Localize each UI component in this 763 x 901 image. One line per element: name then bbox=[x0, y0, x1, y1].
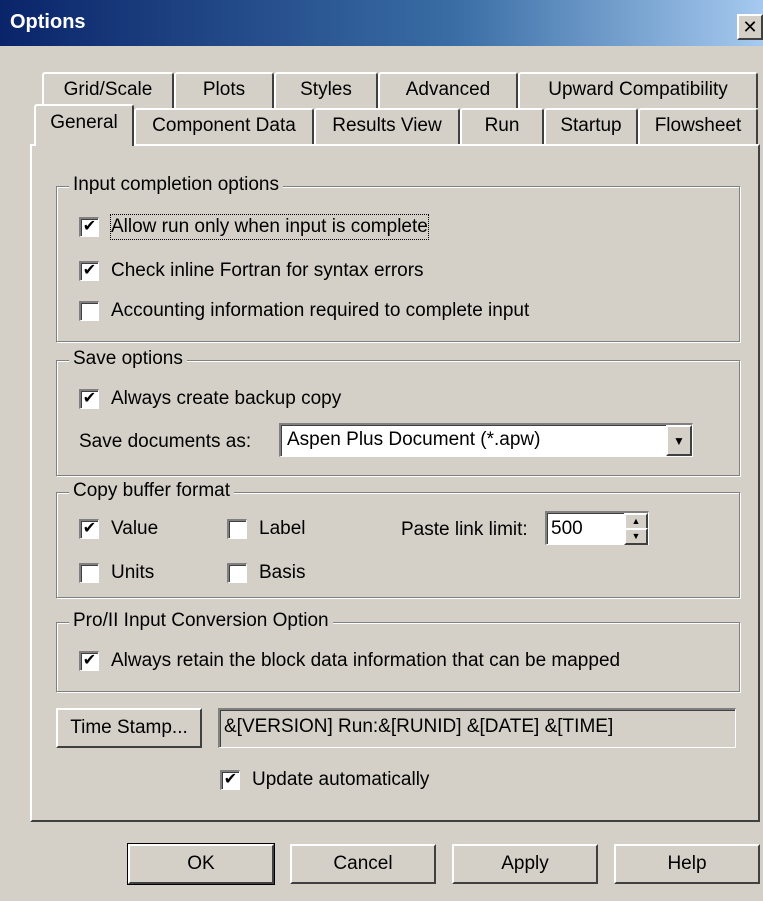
general-tab-panel: Input completion options ✔ Allow run onl… bbox=[30, 144, 760, 822]
checkbox-box: ✔ bbox=[220, 770, 240, 790]
save-as-label: Save documents as: bbox=[79, 431, 252, 452]
chevron-down-icon[interactable]: ▼ bbox=[666, 425, 692, 456]
checkbox-box bbox=[79, 301, 99, 321]
tab-run[interactable]: Run bbox=[460, 108, 544, 144]
time-stamp-field[interactable]: &[VERSION] Run:&[RUNID] &[DATE] &[TIME] bbox=[218, 708, 736, 748]
tab-results-view[interactable]: Results View bbox=[314, 108, 460, 144]
spin-down-icon[interactable]: ▼ bbox=[624, 528, 648, 545]
tab-general[interactable]: General bbox=[34, 104, 134, 146]
checkbox-box: ✔ bbox=[79, 261, 99, 281]
accounting-info-label: Accounting information required to compl… bbox=[111, 300, 530, 321]
checkbox-box bbox=[227, 519, 247, 539]
time-stamp-button-label: Time Stamp... bbox=[70, 717, 188, 738]
allow-run-label: Allow run only when input is complete bbox=[110, 214, 429, 240]
tab-plots[interactable]: Plots bbox=[174, 72, 274, 108]
pro2-conversion-group: Pro/II Input Conversion Option ✔ Always … bbox=[56, 610, 740, 692]
check-fortran-label: Check inline Fortran for syntax errors bbox=[111, 260, 424, 281]
basis-label: Basis bbox=[259, 562, 306, 583]
paste-link-label: Paste link limit: bbox=[401, 519, 528, 540]
tab-grid-scale[interactable]: Grid/Scale bbox=[42, 72, 174, 108]
save-as-value: Aspen Plus Document (*.apw) bbox=[287, 429, 541, 450]
tab-flowsheet[interactable]: Flowsheet bbox=[638, 108, 758, 144]
time-stamp-button[interactable]: Time Stamp... bbox=[56, 708, 202, 748]
title-bar: Options ✕ bbox=[0, 0, 763, 46]
pro2-conversion-legend: Pro/II Input Conversion Option bbox=[69, 610, 333, 632]
retain-block-data-label: Always retain the block data information… bbox=[111, 650, 621, 671]
tab-advanced[interactable]: Advanced bbox=[378, 72, 518, 108]
checkbox-box bbox=[227, 563, 247, 583]
window-title: Options bbox=[10, 11, 86, 33]
paste-link-spinner[interactable]: 500 ▲ ▼ bbox=[545, 511, 649, 545]
time-stamp-value: &[VERSION] Run:&[RUNID] &[DATE] &[TIME] bbox=[224, 716, 614, 737]
tab-upward-compatibility[interactable]: Upward Compatibility bbox=[518, 72, 758, 108]
save-as-select[interactable]: Aspen Plus Document (*.apw) ▼ bbox=[279, 423, 693, 457]
backup-copy-label: Always create backup copy bbox=[111, 388, 342, 409]
tab-component-data[interactable]: Component Data bbox=[134, 108, 314, 144]
input-completion-legend: Input completion options bbox=[69, 174, 283, 196]
apply-button[interactable]: Apply bbox=[452, 844, 598, 884]
cancel-button[interactable]: Cancel bbox=[290, 844, 436, 884]
checkbox-box: ✔ bbox=[79, 217, 99, 237]
help-label: Help bbox=[667, 853, 707, 874]
close-icon: ✕ bbox=[742, 17, 758, 37]
ok-label: OK bbox=[187, 853, 215, 874]
apply-label: Apply bbox=[501, 853, 549, 874]
tab-styles[interactable]: Styles bbox=[274, 72, 378, 108]
cancel-label: Cancel bbox=[333, 853, 393, 874]
units-label: Units bbox=[111, 562, 155, 583]
label-label: Label bbox=[259, 518, 306, 539]
save-options-group: Save options ✔ Always create backup copy… bbox=[56, 348, 740, 476]
value-label: Value bbox=[111, 518, 159, 539]
input-completion-group: Input completion options ✔ Allow run onl… bbox=[56, 174, 740, 342]
ok-button[interactable]: OK bbox=[127, 843, 275, 885]
paste-link-value: 500 bbox=[551, 518, 583, 539]
copy-buffer-legend: Copy buffer format bbox=[69, 480, 235, 502]
help-button[interactable]: Help bbox=[614, 844, 760, 884]
save-options-legend: Save options bbox=[69, 348, 187, 370]
update-automatically-label: Update automatically bbox=[252, 769, 430, 790]
copy-buffer-group: Copy buffer format ✔ Value Label Paste l… bbox=[56, 480, 740, 598]
checkbox-box: ✔ bbox=[79, 519, 99, 539]
checkbox-box: ✔ bbox=[79, 651, 99, 671]
checkbox-box: ✔ bbox=[79, 389, 99, 409]
close-button[interactable]: ✕ bbox=[737, 14, 763, 40]
tab-startup[interactable]: Startup bbox=[544, 108, 638, 144]
checkbox-box bbox=[79, 563, 99, 583]
